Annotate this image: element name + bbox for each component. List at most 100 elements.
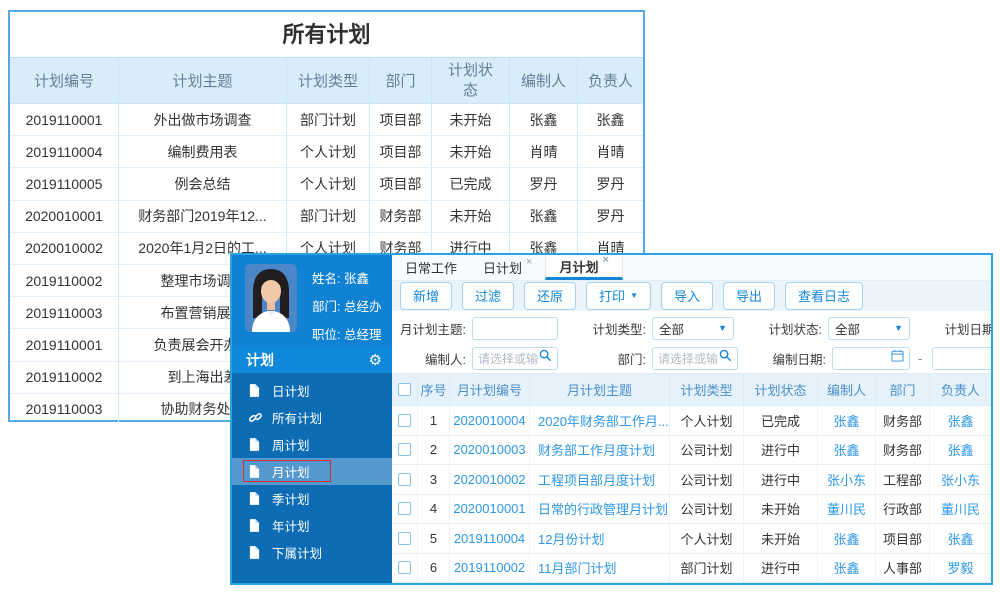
tab-label: 日计划 [483, 261, 523, 277]
creator-input[interactable]: 请选择或输入 [472, 346, 558, 370]
plan-subject-link[interactable]: 财务部工作月度计划 [530, 435, 670, 464]
sidebar-item-year-plan[interactable]: 年计划 [232, 512, 392, 539]
profile-name: 姓名: 张鑫 [312, 272, 369, 286]
sidebar: 姓名: 张鑫 部门: 总经办 职位: 总经理 计划 ⚙ 日计划 所有计划 周计划… [232, 255, 392, 583]
view-log-button[interactable]: 查看日志 [785, 282, 864, 311]
table-row: 6 2019110002 11月部门计划 部门计划 进行中 张鑫 人事部 罗毅 [392, 553, 991, 583]
row-checkbox[interactable] [398, 472, 411, 486]
file-icon [249, 465, 263, 478]
row-checkbox[interactable] [398, 561, 411, 575]
plan-id-link[interactable]: 2020010003 [450, 435, 530, 464]
cell-type: 个人计划 [670, 524, 744, 553]
cell-dept: 项目部 [370, 104, 432, 136]
sidebar-item-label: 季计划 [272, 493, 310, 507]
plan-id-link[interactable]: 2020010001 [450, 494, 530, 523]
create-date-start-input[interactable] [832, 346, 910, 370]
plan-subject-link[interactable]: 日常的行政管理月计划 [530, 494, 670, 523]
owner-link[interactable]: 张鑫 [930, 406, 991, 435]
plan-date-filter-label: 计划日期: [944, 322, 991, 337]
month-plan-subject-input[interactable] [472, 316, 558, 340]
row-checkbox[interactable] [398, 443, 411, 457]
close-icon[interactable]: × [526, 256, 532, 268]
avatar [245, 264, 297, 332]
cell-num: 6 [418, 553, 450, 582]
tab-month-plan[interactable]: 月计划 × [545, 255, 623, 281]
tab-daily-work[interactable]: 日常工作 [392, 255, 470, 280]
sidebar-item-label: 下属计划 [272, 547, 323, 561]
col-header-plan-id: 计划编号 [10, 58, 119, 103]
owner-link[interactable]: 张鑫 [930, 436, 991, 465]
profile-dept: 部门: 总经办 [312, 300, 382, 314]
sidebar-item-month-plan[interactable]: 月计划 [232, 458, 392, 485]
plan-type-select[interactable]: 全部 ▼ [652, 316, 734, 340]
row-checkbox[interactable] [398, 413, 411, 427]
cell-dept: 项目部 [876, 524, 930, 553]
plan-subject-link[interactable]: 工程项目部月度计划 [530, 465, 670, 494]
creator-link[interactable]: 张鑫 [818, 553, 876, 582]
plan-status-select[interactable]: 全部 ▼ [828, 316, 910, 340]
sidebar-item-label: 所有计划 [272, 412, 323, 426]
plan-id-link[interactable]: 2019110002 [450, 553, 530, 582]
import-button[interactable]: 导入 [660, 282, 713, 311]
plan-id-link[interactable]: 2020010002 [450, 465, 530, 494]
print-button[interactable]: 打印 ▼ [586, 282, 651, 311]
sidebar-item-week-plan[interactable]: 周计划 [232, 431, 392, 458]
tab-label: 月计划 [559, 259, 599, 275]
gear-icon[interactable]: ⚙ [369, 353, 382, 368]
file-icon [249, 492, 263, 505]
row-checkbox[interactable] [398, 531, 411, 545]
calendar-icon[interactable] [891, 349, 904, 367]
tab-day-plan[interactable]: 日计划 × [470, 255, 545, 280]
export-button[interactable]: 导出 [723, 282, 776, 311]
page-title: 所有计划 [282, 22, 371, 47]
cell-dept: 项目部 [370, 136, 432, 168]
plan-subject-link[interactable]: 12月份计划 [530, 524, 670, 553]
restore-button[interactable]: 还原 [524, 282, 577, 311]
select-all-checkbox[interactable] [398, 383, 411, 396]
col-header-dept: 部门 [370, 58, 432, 103]
file-icon [249, 438, 263, 451]
owner-link[interactable]: 张小东 [930, 465, 991, 494]
cell-type: 部门计划 [287, 104, 370, 136]
close-icon[interactable]: × [602, 255, 608, 266]
plan-id-link[interactable]: 2020010004 [450, 406, 530, 435]
plan-subject-link[interactable]: 2020年财务部工作月... [530, 406, 670, 435]
sidebar-item-quarter-plan[interactable]: 季计划 [232, 485, 392, 512]
filter-button[interactable]: 过滤 [462, 282, 515, 311]
creator-link[interactable]: 张小东 [818, 465, 876, 494]
file-icon [249, 384, 263, 397]
sidebar-item-all-plans[interactable]: 所有计划 [232, 404, 392, 431]
plan-id-link[interactable]: 2019110004 [450, 524, 530, 553]
owner-link[interactable]: 罗毅 [930, 554, 991, 583]
sidebar-item-subordinate-plan[interactable]: 下属计划 [232, 539, 392, 566]
status-filter-label: 计划状态: [768, 322, 822, 337]
checkbox-cell [392, 553, 418, 582]
user-profile: 姓名: 张鑫 部门: 总经办 职位: 总经理 [232, 255, 392, 347]
dept-input[interactable]: 请选择或输入 [652, 346, 738, 370]
owner-link[interactable]: 董川民 [930, 495, 991, 524]
cell-plan-id: 2019110002 [10, 264, 119, 297]
cell-creator: 张鑫 [510, 104, 578, 136]
caret-down-icon: ▼ [894, 323, 903, 333]
month-plan-window: 姓名: 张鑫 部门: 总经办 职位: 总经理 计划 ⚙ 日计划 所有计划 周计划… [230, 253, 993, 585]
subject-filter-label: 月计划主题: [400, 322, 466, 337]
cell-type: 个人计划 [287, 168, 370, 200]
row-checkbox[interactable] [398, 502, 411, 516]
creator-link[interactable]: 董川民 [818, 494, 876, 523]
creator-link[interactable]: 张鑫 [818, 435, 876, 464]
creator-link[interactable]: 张鑫 [818, 406, 876, 435]
creator-link[interactable]: 张鑫 [818, 524, 876, 553]
create-date-end-input[interactable] [932, 346, 991, 370]
sidebar-item-day-plan[interactable]: 日计划 [232, 377, 392, 404]
search-icon[interactable] [719, 349, 732, 367]
add-button[interactable]: 新增 [400, 282, 453, 311]
select-all-cell [392, 374, 418, 405]
cell-dept: 财务部 [370, 200, 432, 232]
table-row: 4 2020010001 日常的行政管理月计划 公司计划 未开始 董川民 行政部… [392, 494, 991, 524]
cell-plan-id: 2020010001 [10, 200, 119, 232]
search-icon[interactable] [539, 349, 552, 367]
cell-plan-id: 2019110005 [10, 168, 119, 200]
plan-subject-link[interactable]: 11月部门计划 [530, 553, 670, 582]
owner-link[interactable]: 张鑫 [930, 524, 991, 553]
sidebar-item-label: 日计划 [272, 385, 310, 399]
